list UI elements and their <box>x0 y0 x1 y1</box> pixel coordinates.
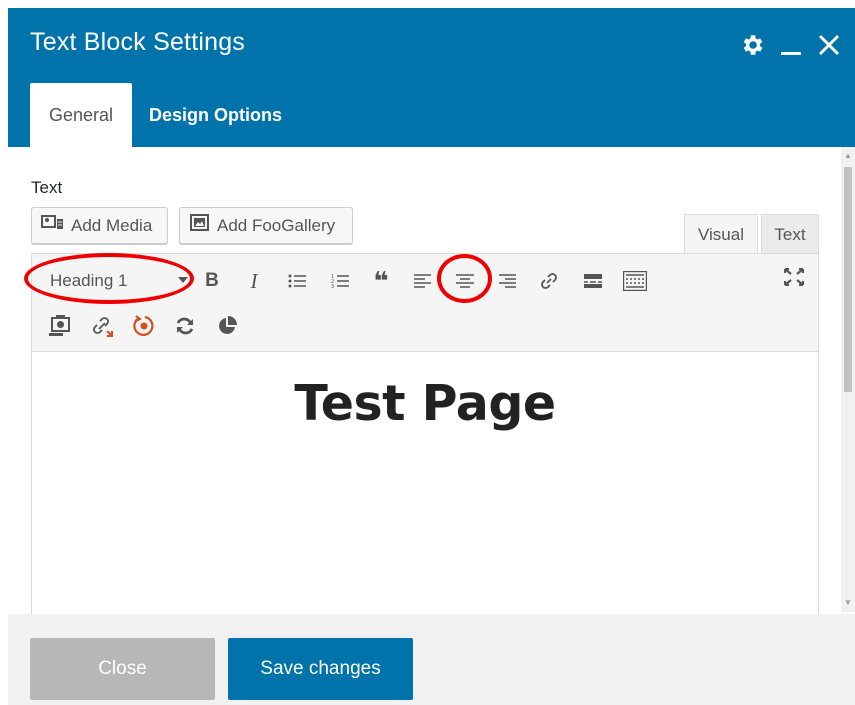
blockquote-button[interactable]: ❝ <box>366 266 396 296</box>
tab-design-options[interactable]: Design Options <box>132 83 298 147</box>
unlink-icon <box>92 315 114 337</box>
foogallery-icon <box>189 213 211 238</box>
link-button[interactable] <box>534 266 564 296</box>
add-foogallery-label: Add FooGallery <box>217 215 336 235</box>
close-icon[interactable] <box>817 33 841 57</box>
target-icon <box>133 315 155 337</box>
add-media-button[interactable]: Add Media <box>31 207 168 244</box>
numbered-list-icon: 123 <box>331 273 349 289</box>
editor-content-area[interactable]: Test Page <box>32 353 818 614</box>
settings-dialog: Text Block Settings General Design Optio… <box>0 0 855 705</box>
refresh-button[interactable] <box>170 311 200 341</box>
scrollbar[interactable]: ▲ ▼ <box>841 147 855 612</box>
toolbar-toggle-button[interactable] <box>620 266 650 296</box>
dialog-footer: Close Save changes <box>8 614 855 705</box>
editor-tab-text[interactable]: Text <box>761 214 819 254</box>
chevron-down-icon <box>178 277 188 283</box>
blockquote-icon: ❝ <box>373 265 389 296</box>
fullscreen-icon <box>784 268 804 286</box>
close-button[interactable]: Close <box>30 638 215 700</box>
screenshot-icon <box>49 315 71 337</box>
gear-icon[interactable] <box>739 32 765 58</box>
tab-bar: General Design Options <box>30 83 298 147</box>
bold-button[interactable]: B <box>197 266 227 296</box>
format-select[interactable]: Heading 1 <box>45 266 190 296</box>
numbered-list-button[interactable]: 123 <box>325 266 355 296</box>
content-heading: Test Page <box>294 375 556 432</box>
pie-chart-icon <box>217 316 237 336</box>
add-media-label: Add Media <box>71 215 153 235</box>
svg-text:3: 3 <box>331 284 334 289</box>
toolbar-toggle-icon <box>623 271 647 291</box>
dialog-header: Text Block Settings General Design Optio… <box>8 8 855 147</box>
align-right-icon <box>498 273 516 289</box>
editor-tab-visual[interactable]: Visual <box>684 214 758 254</box>
dialog-title: Text Block Settings <box>30 28 246 56</box>
align-right-button[interactable] <box>492 266 522 296</box>
screenshot-button[interactable] <box>45 311 75 341</box>
italic-button[interactable]: I <box>239 266 269 296</box>
save-changes-button[interactable]: Save changes <box>228 638 413 700</box>
unlink-button[interactable] <box>88 311 118 341</box>
editor-toolbar: Heading 1 B I 123 ❝ <box>32 254 818 352</box>
tab-general[interactable]: General <box>30 83 132 147</box>
text-editor: Heading 1 B I 123 ❝ Test Page <box>31 253 819 615</box>
scroll-up-icon[interactable]: ▲ <box>844 152 852 160</box>
align-left-icon <box>414 273 432 289</box>
fullscreen-button[interactable] <box>779 262 809 292</box>
bulleted-list-icon <box>288 273 306 289</box>
align-center-icon <box>456 273 474 289</box>
italic-icon: I <box>250 268 258 293</box>
scroll-thumb[interactable] <box>844 167 852 392</box>
add-media-icon <box>41 213 65 238</box>
align-center-button[interactable] <box>450 266 480 296</box>
text-field-label: Text <box>31 178 63 197</box>
target-button[interactable] <box>129 311 159 341</box>
format-select-value: Heading 1 <box>50 271 128 290</box>
align-left-button[interactable] <box>408 266 438 296</box>
read-more-button[interactable] <box>578 266 608 296</box>
pie-chart-button[interactable] <box>212 311 242 341</box>
bold-icon: B <box>205 270 219 291</box>
refresh-icon <box>174 316 196 336</box>
minimize-icon[interactable] <box>779 32 803 58</box>
add-foogallery-button[interactable]: Add FooGallery <box>179 207 353 244</box>
read-more-icon <box>584 273 602 289</box>
link-icon <box>539 271 559 291</box>
bulleted-list-button[interactable] <box>282 266 312 296</box>
header-icons <box>739 32 841 58</box>
scroll-down-icon[interactable]: ▼ <box>844 599 852 607</box>
